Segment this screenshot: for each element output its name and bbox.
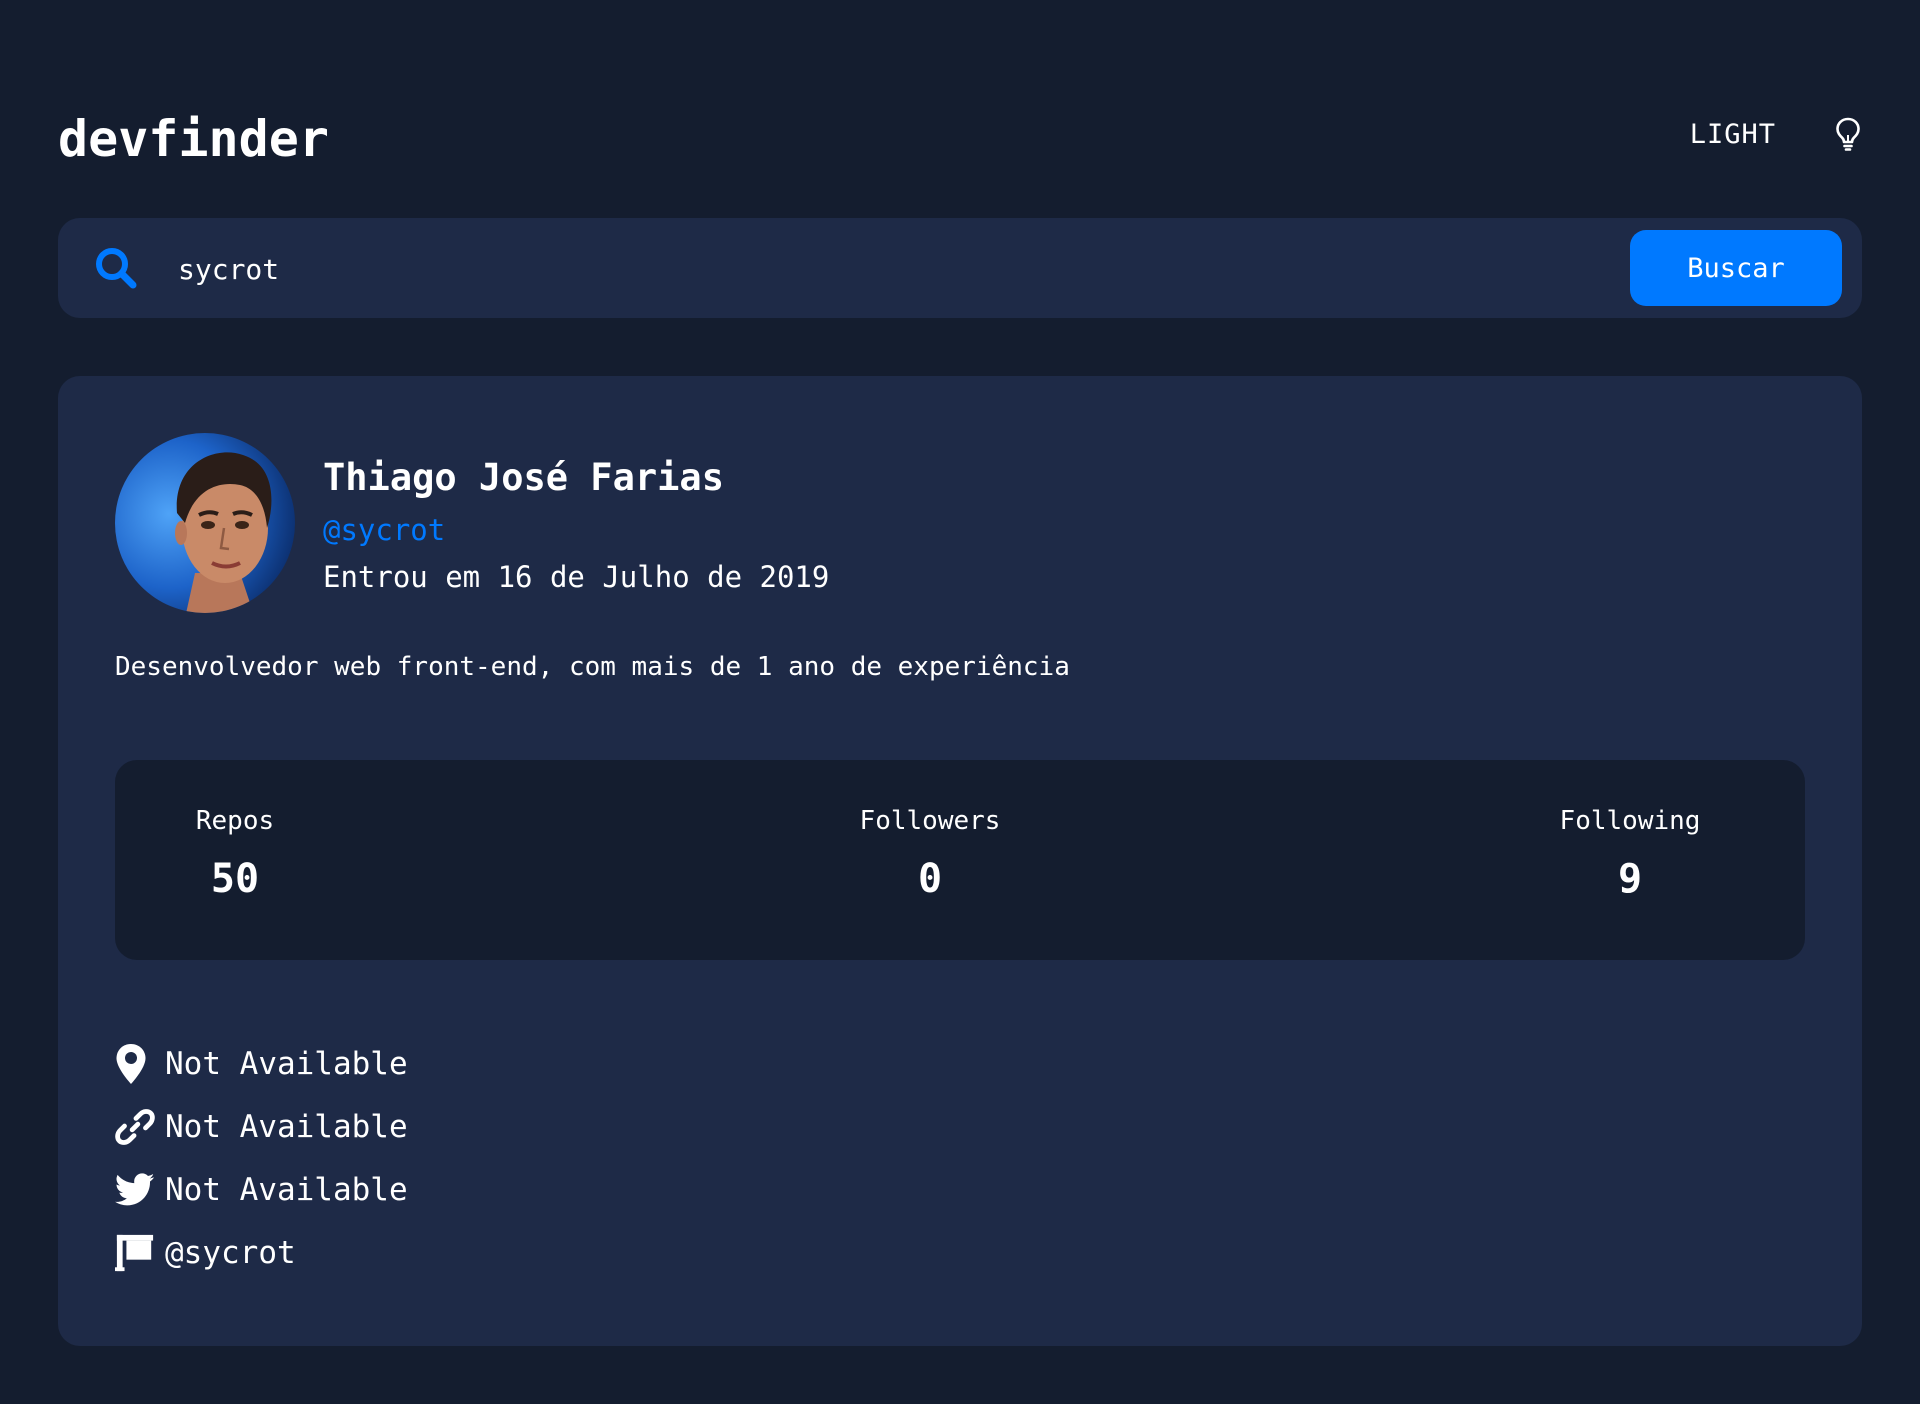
- stat-following: Following 9: [1540, 806, 1720, 902]
- lightbulb-icon[interactable]: [1834, 116, 1862, 152]
- stats-box: Repos 50 Followers 0 Following 9: [115, 760, 1805, 960]
- link-twitter-text[interactable]: Not Available: [165, 1172, 408, 1208]
- location-pin-icon: [115, 1042, 155, 1086]
- search-bar: Buscar: [58, 218, 1862, 318]
- stat-repos: Repos 50: [165, 806, 305, 902]
- link-website-text[interactable]: Not Available: [165, 1109, 408, 1145]
- twitter-icon: [115, 1168, 155, 1212]
- stat-repos-value: 50: [210, 856, 260, 902]
- stat-following-value: 9: [1617, 856, 1643, 902]
- search-button[interactable]: Buscar: [1630, 230, 1842, 306]
- stat-followers-label: Followers: [859, 806, 1001, 836]
- theme-toggle-label[interactable]: LIGHT: [1690, 119, 1776, 150]
- profile-joined-date: Entrou em 16 de Julho de 2019: [323, 560, 830, 594]
- app-logo: devfinder: [58, 110, 329, 168]
- search-input[interactable]: [176, 240, 1280, 298]
- avatar: [115, 433, 295, 613]
- devfinder-page: devfinder LIGHT Buscar: [0, 0, 1920, 1404]
- company-icon: [115, 1231, 155, 1275]
- link-twitter[interactable]: Not Available: [115, 1158, 408, 1221]
- link-company[interactable]: @sycrot: [115, 1221, 408, 1284]
- link-company-text[interactable]: @sycrot: [165, 1235, 296, 1271]
- stat-followers-value: 0: [917, 856, 943, 902]
- profile-name: Thiago José Farias: [323, 456, 724, 499]
- profile-card: Thiago José Farias @sycrot Entrou em 16 …: [58, 376, 1862, 1346]
- profile-username[interactable]: @sycrot: [323, 513, 445, 547]
- link-location: Not Available: [115, 1032, 408, 1095]
- stat-following-label: Following: [1559, 806, 1701, 836]
- link-icon: [115, 1105, 155, 1149]
- header: devfinder LIGHT: [58, 100, 1862, 180]
- stat-followers: Followers 0: [850, 806, 1010, 902]
- theme-toggle[interactable]: LIGHT: [1690, 116, 1862, 152]
- link-website[interactable]: Not Available: [115, 1095, 408, 1158]
- profile-links: Not Available Not Available Not Availabl…: [115, 1032, 408, 1284]
- profile-bio: Desenvolvedor web front-end, com mais de…: [115, 652, 1070, 682]
- search-icon: [96, 248, 137, 289]
- link-location-text: Not Available: [165, 1045, 408, 1082]
- stat-repos-label: Repos: [195, 806, 275, 836]
